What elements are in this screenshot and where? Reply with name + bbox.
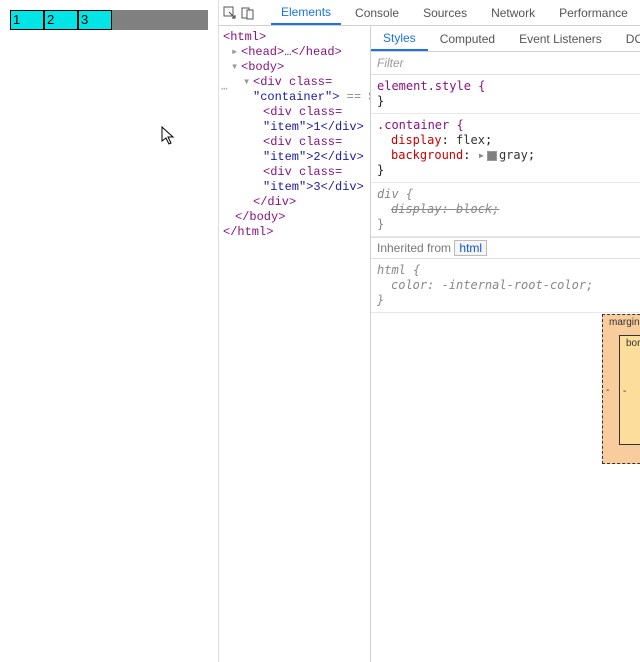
- flex-item-2: 2: [44, 10, 78, 30]
- flex-container: 1 2 3: [10, 10, 208, 30]
- subtab-dom-breakpoints[interactable]: DOM Bre: [614, 28, 640, 50]
- tab-network[interactable]: Network: [481, 2, 545, 24]
- device-toggle-icon[interactable]: [241, 3, 255, 23]
- sel-div: div {: [377, 187, 413, 201]
- styles-filter[interactable]: Filter: [371, 52, 640, 75]
- subtab-computed[interactable]: Computed: [428, 28, 507, 50]
- dom-body-close[interactable]: </body>: [235, 210, 285, 224]
- brace-close-4: }: [377, 293, 384, 307]
- brace-close-2: }: [377, 163, 384, 177]
- inherited-tag-link[interactable]: html: [454, 240, 487, 256]
- box-model-dash-left: -: [606, 385, 609, 396]
- subtab-event-listeners[interactable]: Event Listeners: [507, 28, 614, 50]
- dom-ellipsis-icon[interactable]: ⋯: [218, 82, 228, 96]
- flex-item-3: 3: [78, 10, 112, 30]
- tab-sources[interactable]: Sources: [413, 2, 477, 24]
- dom-eq-sel: == $0: [339, 90, 371, 104]
- subtab-styles[interactable]: Styles: [371, 27, 428, 51]
- inherited-label: Inherited from: [377, 241, 451, 255]
- dom-item1-b[interactable]: "item">1</div>: [263, 120, 364, 134]
- dom-html-close[interactable]: </html>: [223, 225, 273, 239]
- dom-item3-b[interactable]: "item">3</div>: [263, 180, 364, 194]
- tab-console[interactable]: Console: [345, 2, 409, 24]
- rule-element-style[interactable]: element.style { }: [371, 75, 640, 114]
- prop-color: color: [391, 278, 427, 292]
- dom-html-open[interactable]: <html>: [223, 30, 266, 44]
- val-block: block: [456, 202, 492, 216]
- dom-container-line1[interactable]: <div class=: [253, 75, 332, 89]
- val-flex[interactable]: flex: [456, 133, 485, 147]
- dom-tree[interactable]: <html> ▸<head>…</head> ▾<body> ▾<div cla…: [219, 26, 371, 662]
- dom-item1-a[interactable]: <div class=: [263, 105, 342, 119]
- brace-close-3: }: [377, 217, 384, 231]
- devtools-toolbar: Elements Console Sources Network Perform…: [219, 0, 640, 26]
- prop-display[interactable]: display: [391, 133, 442, 147]
- color-swatch-gray[interactable]: [487, 151, 497, 161]
- rule-html-ua[interactable]: html { color: -internal-root-color; }: [371, 259, 640, 313]
- val-gray[interactable]: gray: [499, 148, 528, 162]
- dom-div-close[interactable]: </div>: [253, 195, 296, 209]
- dom-item3-a[interactable]: <div class=: [263, 165, 342, 179]
- box-model-dash-border-left: -: [623, 386, 626, 397]
- styles-panel: Styles Computed Event Listeners DOM Bre …: [371, 26, 640, 662]
- dom-item2-b[interactable]: "item">2</div>: [263, 150, 364, 164]
- sel-html: html {: [377, 263, 420, 277]
- inherited-from-row: Inherited from html: [371, 237, 640, 259]
- dom-item2-a[interactable]: <div class=: [263, 135, 342, 149]
- val-internal-root-color: -internal-root-color: [442, 278, 587, 292]
- dom-container-line2[interactable]: "container">: [253, 90, 339, 104]
- tab-elements[interactable]: Elements: [271, 1, 341, 25]
- box-model-diagram[interactable]: margin - border -: [602, 314, 640, 466]
- sel-container: .container {: [377, 118, 464, 132]
- sel-element-style: element.style {: [377, 79, 485, 93]
- flex-item-1: 1: [10, 10, 44, 30]
- rule-div-ua[interactable]: div { display: block; }: [371, 183, 640, 237]
- dom-body-open[interactable]: <body>: [241, 60, 284, 74]
- rendered-page: 1 2 3: [0, 0, 218, 662]
- prop-div-display: display: [391, 202, 442, 216]
- tab-performance[interactable]: Performance: [549, 2, 638, 24]
- prop-background[interactable]: background: [391, 148, 463, 162]
- brace-close-1: }: [377, 94, 384, 108]
- box-model-border-label: border: [626, 338, 640, 349]
- devtools-panel: Elements Console Sources Network Perform…: [218, 0, 640, 662]
- inspect-icon[interactable]: [223, 3, 237, 23]
- dom-head[interactable]: <head>…</head>: [241, 45, 342, 59]
- rule-container[interactable]: .container { display: flex; background: …: [371, 114, 640, 183]
- box-model-margin-label: margin: [609, 317, 640, 328]
